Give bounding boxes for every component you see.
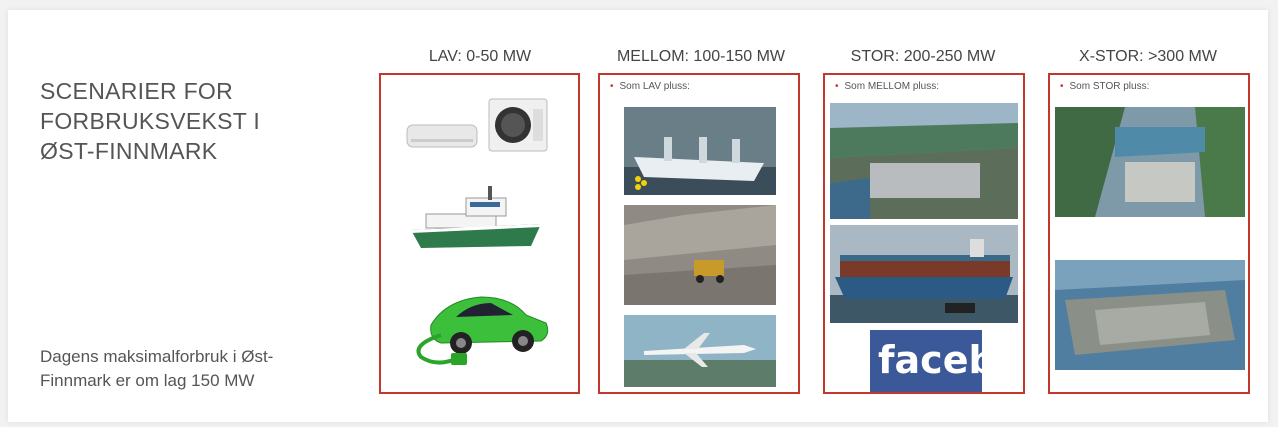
heading-lav: LAV: 0-50 MW bbox=[428, 48, 532, 65]
note-line-1: Dagens maksimalforbruk i Øst- bbox=[40, 347, 274, 366]
box-lav bbox=[379, 73, 580, 394]
title-line-1: SCENARIER FOR bbox=[40, 78, 234, 104]
aluminium-plant-image bbox=[1055, 107, 1245, 217]
ship-image bbox=[406, 180, 546, 258]
autonomous-ship-image bbox=[624, 107, 776, 195]
industrial-plant-image bbox=[830, 103, 1018, 219]
box-stor: •Som MELLOM pluss: faceb bbox=[823, 73, 1025, 394]
slide-title: SCENARIER FOR FORBRUKSVEKST I ØST-FINNMA… bbox=[40, 76, 360, 166]
heading-mellom: MELLOM: 100-150 MW bbox=[616, 48, 786, 65]
facebook-sign-image: faceb bbox=[870, 330, 982, 392]
bullet-stor: Som MELLOM pluss: bbox=[844, 81, 939, 92]
bullet-mellom: Som LAV pluss: bbox=[619, 81, 690, 92]
title-line-2: FORBRUKSVEKST I bbox=[40, 108, 261, 134]
heading-xstor: X-STOR: >300 MW bbox=[1079, 48, 1217, 65]
electric-car-image bbox=[401, 275, 556, 375]
title-line-3: ØST-FINNMARK bbox=[40, 138, 218, 164]
note-line-2: Finnmark er om lag 150 MW bbox=[40, 371, 255, 390]
box-xstor: • Som STOR pluss: bbox=[1048, 73, 1250, 394]
box-mellom: • Som LAV pluss: bbox=[598, 73, 800, 394]
mining-truck-image bbox=[624, 205, 776, 305]
container-ship-image bbox=[830, 225, 1018, 323]
facebook-sign-text: faceb bbox=[878, 338, 982, 382]
bullet-xstor: Som STOR pluss: bbox=[1069, 81, 1150, 92]
heading-stor: STOR: 200-250 MW bbox=[850, 48, 996, 65]
air-conditioner-image bbox=[401, 95, 551, 163]
slide: SCENARIER FOR FORBRUKSVEKST I ØST-FINNMA… bbox=[8, 10, 1268, 422]
city-aerial-image bbox=[1055, 260, 1245, 370]
current-consumption-note: Dagens maksimalforbruk i Øst- Finnmark e… bbox=[40, 345, 380, 393]
airplane-image bbox=[624, 315, 776, 387]
